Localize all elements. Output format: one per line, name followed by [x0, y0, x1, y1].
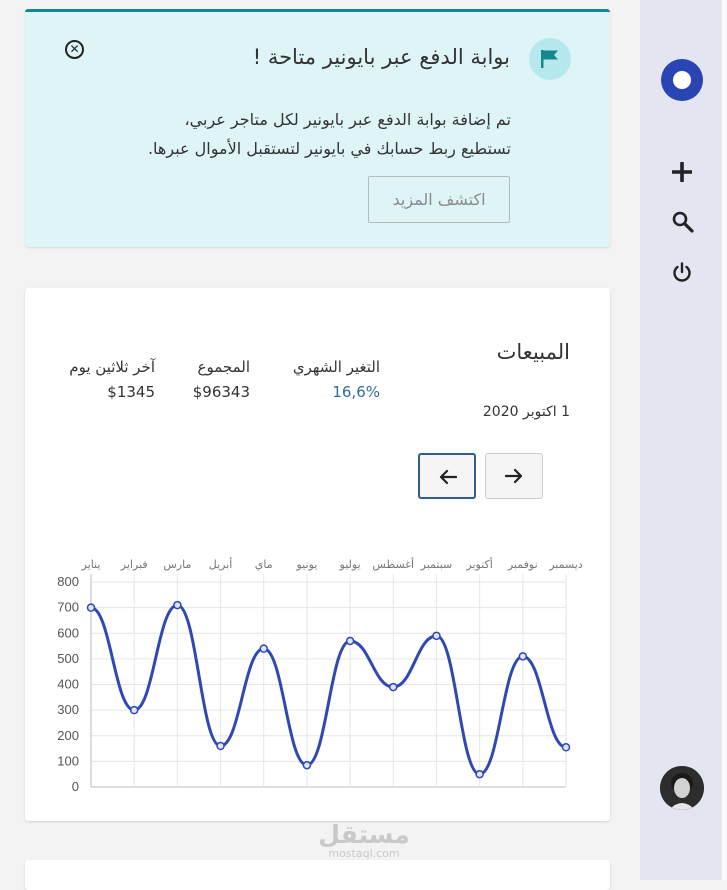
x-tick-label: مارس — [163, 558, 191, 571]
watermark-latin: mostaql.com — [328, 847, 400, 860]
user-avatar[interactable] — [660, 766, 704, 810]
arrow-right-icon — [505, 468, 523, 484]
total-value: $96343 — [192, 383, 250, 401]
data-point — [518, 652, 528, 661]
last30-label: آخر ثلاثين يوم — [69, 358, 155, 376]
next-card — [25, 860, 610, 890]
monthly-change-stat: التغير الشهري 16,6% — [293, 358, 380, 401]
watermark-arabic: مستقل — [318, 820, 410, 849]
x-tick-label: يوليو — [339, 558, 361, 571]
plus-icon[interactable] — [671, 161, 693, 186]
x-tick-label: أغسطس — [372, 557, 414, 571]
last30-value: $1345 — [107, 383, 155, 401]
search-icon[interactable] — [672, 211, 694, 237]
y-tick-label: 500 — [57, 651, 79, 666]
alert-body: تم إضافة بوابة الدفع عبر بايونير لكل متا… — [71, 105, 511, 163]
rail-edge — [722, 0, 727, 880]
x-tick-label: ماي — [255, 558, 273, 571]
y-tick-label: 800 — [57, 574, 79, 589]
sales-card: المبيعات 1 اكتوبر 2020 التغير الشهري 16,… — [25, 288, 610, 821]
data-point — [86, 603, 96, 612]
x-tick-label: سبتمبر — [420, 558, 453, 571]
x-tick-label: يناير — [81, 558, 101, 571]
x-tick-label: ديسمبر — [548, 558, 583, 571]
y-tick-label: 300 — [57, 702, 79, 717]
mostaql-watermark: مستقل mostaql.com — [318, 822, 410, 860]
y-tick-label: 600 — [57, 625, 79, 640]
data-point — [475, 769, 484, 779]
power-icon[interactable] — [672, 262, 692, 288]
data-point — [173, 600, 182, 610]
x-tick-label: يونيو — [296, 558, 318, 571]
last30-stat: آخر ثلاثين يوم $1345 — [69, 358, 155, 401]
sales-line-chart: 0 100 200 300 400 500 600 700 800يناير فبراير مارس… — [57, 557, 583, 794]
y-tick-label: 400 — [57, 677, 79, 692]
close-icon[interactable]: ✕ — [65, 40, 84, 59]
payoneer-alert: ✕ بوابة الدفع عبر بايونير متاحة ! تم إضا… — [25, 9, 610, 247]
x-tick-label: أبريل — [209, 557, 233, 571]
flag-icon — [529, 38, 571, 80]
total-label: المجموع — [197, 358, 250, 376]
side-rail — [640, 0, 722, 880]
total-stat: المجموع $96343 — [193, 358, 250, 401]
data-point — [216, 741, 225, 751]
data-point — [561, 743, 571, 752]
data-point — [259, 644, 268, 653]
data-point — [345, 636, 355, 646]
main-content: ✕ بوابة الدفع عبر بايونير متاحة ! تم إضا… — [0, 0, 640, 890]
y-tick-label: 700 — [57, 600, 79, 615]
y-tick-label: 200 — [57, 728, 79, 743]
data-point — [302, 760, 312, 770]
alert-body-line-1: تم إضافة بوابة الدفع عبر بايونير لكل متا… — [184, 110, 511, 129]
arrow-left-icon — [439, 469, 457, 485]
data-point — [432, 631, 441, 641]
discover-more-button[interactable]: اكتشف المزيد — [368, 176, 510, 223]
y-tick-label: 0 — [72, 779, 79, 794]
sales-date: 1 اكتوبر 2020 — [482, 404, 570, 420]
sales-series-line — [90, 603, 567, 776]
logo-circle-icon[interactable] — [661, 59, 703, 101]
prev-period-button[interactable] — [418, 453, 476, 499]
sales-title: المبيعات — [496, 340, 570, 364]
alert-body-line-2: تستطيع ربط حسابك في بايونير لتستقبل الأم… — [147, 139, 511, 158]
x-tick-label: أكتوبر — [465, 557, 492, 571]
monthly-change-label: التغير الشهري — [292, 358, 380, 376]
x-tick-label: فبراير — [120, 558, 148, 571]
alert-title: بوابة الدفع عبر بايونير متاحة ! — [252, 45, 510, 69]
data-point — [129, 705, 139, 715]
monthly-change-value: 16,6% — [332, 383, 380, 401]
y-tick-label: 100 — [57, 753, 79, 768]
next-period-button[interactable] — [485, 453, 543, 499]
data-point — [389, 682, 398, 692]
x-tick-label: نوفمبر — [507, 558, 538, 571]
